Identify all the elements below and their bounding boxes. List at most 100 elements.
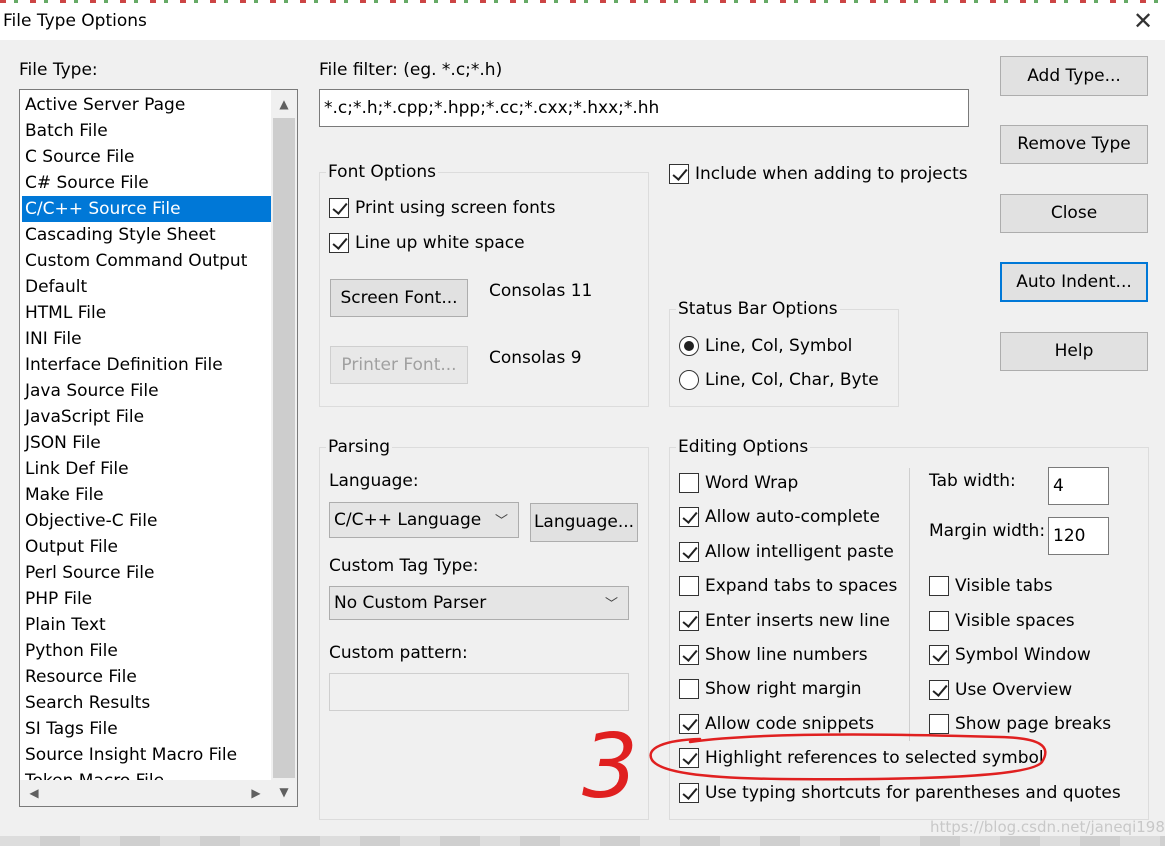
checkbox-box	[929, 679, 949, 700]
file-type-item[interactable]: Default	[22, 274, 271, 300]
file-type-item[interactable]: Perl Source File	[22, 560, 271, 586]
file-type-item[interactable]: HTML File	[22, 300, 271, 326]
chevron-down-icon: ﹀	[604, 597, 618, 612]
watermark: https://blog.csdn.net/janeqi1987	[930, 818, 1165, 836]
file-type-item[interactable]: Java Source File	[22, 378, 271, 404]
language-button[interactable]: Language...	[530, 503, 638, 542]
printer-font-button[interactable]: Printer Font...	[330, 346, 468, 384]
file-type-item[interactable]: Active Server Page	[22, 92, 271, 118]
visible-spaces-checkbox[interactable]: Visible spaces	[929, 610, 1075, 631]
margin-width-input[interactable]: 120	[1048, 517, 1109, 555]
status-line-col-char-byte-radio[interactable]: Line, Col, Char, Byte	[679, 370, 879, 390]
file-type-item[interactable]: C# Source File	[22, 170, 271, 196]
highlight-references-to-selected-symbol-checkbox[interactable]: Highlight references to selected symbol	[679, 748, 1044, 769]
status-bar-title: Status Bar Options	[676, 299, 840, 319]
use-typing-shortcuts-for-parentheses-and-quotes-label: Use typing shortcuts for parentheses and…	[705, 782, 1121, 803]
auto-indent-button[interactable]: Auto Indent...	[1000, 262, 1148, 302]
file-type-item[interactable]: Python File	[22, 638, 271, 664]
use-overview-checkbox[interactable]: Use Overview	[929, 679, 1072, 700]
radio-button	[679, 370, 699, 390]
scroll-up-icon[interactable]: ▲	[274, 94, 294, 114]
help-button[interactable]: Help	[1000, 332, 1148, 371]
checkbox-box	[679, 610, 699, 631]
show-line-numbers-checkbox[interactable]: Show line numbers	[679, 645, 868, 665]
file-type-item[interactable]: C/C++ Source File	[22, 196, 271, 222]
custom-tag-dropdown[interactable]: No Custom Parser ﹀	[329, 586, 629, 620]
close-button[interactable]: Close	[1000, 194, 1148, 233]
checkbox-box	[679, 541, 699, 562]
file-type-item[interactable]: Search Results	[22, 690, 271, 716]
tab-width-input[interactable]: 4	[1048, 467, 1109, 505]
file-type-item[interactable]: PHP File	[22, 586, 271, 612]
visible-tabs-label: Visible tabs	[955, 576, 1053, 596]
file-type-item[interactable]: Output File	[22, 534, 271, 560]
include-projects-checkbox[interactable]: Include when adding to projects	[669, 164, 968, 184]
enter-inserts-new-line-checkbox[interactable]: Enter inserts new line	[679, 610, 890, 631]
language-dropdown[interactable]: C/C++ Language ﹀	[329, 502, 519, 538]
editing-options-title: Editing Options	[676, 437, 811, 457]
file-type-item[interactable]: INI File	[22, 326, 271, 352]
language-label: Language:	[329, 471, 419, 491]
checkbox-box	[679, 576, 699, 597]
checkbox-box	[929, 714, 949, 734]
list-vertical-scrollbar[interactable]: ▲ ▼	[271, 90, 297, 806]
status-option-label: Line, Col, Symbol	[705, 336, 853, 356]
show-right-margin-label: Show right margin	[705, 679, 862, 700]
file-type-item[interactable]: Resource File	[22, 664, 271, 690]
symbol-window-checkbox[interactable]: Symbol Window	[929, 645, 1091, 665]
file-type-item[interactable]: Objective-C File	[22, 508, 271, 534]
file-filter-label: File filter: (eg. *.c;*.h)	[319, 60, 503, 80]
close-icon[interactable]: ✕	[1130, 9, 1156, 35]
checkbox-box	[929, 610, 949, 631]
expand-tabs-to-spaces-label: Expand tabs to spaces	[705, 576, 898, 597]
file-type-item[interactable]: JavaScript File	[22, 404, 271, 430]
scroll-right-icon[interactable]: ▶	[246, 783, 266, 803]
scroll-left-icon[interactable]: ◀	[24, 783, 44, 803]
file-filter-input[interactable]: *.c;*.h;*.cpp;*.hpp;*.cc;*.cxx;*.hxx;*.h…	[319, 89, 969, 127]
file-type-item[interactable]: Custom Command Output	[22, 248, 271, 274]
expand-tabs-to-spaces-checkbox[interactable]: Expand tabs to spaces	[679, 576, 898, 597]
symbol-window-label: Symbol Window	[955, 645, 1091, 665]
list-horizontal-scrollbar[interactable]: ◀ ▶	[20, 780, 271, 806]
file-type-item[interactable]: Cascading Style Sheet	[22, 222, 271, 248]
visible-tabs-checkbox[interactable]: Visible tabs	[929, 576, 1053, 596]
scroll-thumb[interactable]	[273, 118, 295, 778]
dialog-titlebar: File Type Options ✕	[0, 3, 1165, 40]
word-wrap-checkbox[interactable]: Word Wrap	[679, 473, 798, 493]
show-right-margin-checkbox[interactable]: Show right margin	[679, 679, 862, 700]
custom-pattern-label: Custom pattern:	[329, 643, 468, 663]
file-type-item[interactable]: SI Tags File	[22, 716, 271, 742]
line-up-white-space-checkbox[interactable]: Line up white space	[329, 233, 525, 253]
file-type-item[interactable]: JSON File	[22, 430, 271, 456]
checkbox-box	[679, 679, 699, 700]
file-type-item[interactable]: Link Def File	[22, 456, 271, 482]
show-page-breaks-checkbox[interactable]: Show page breaks	[929, 714, 1111, 734]
use-typing-shortcuts-for-parentheses-and-quotes-checkbox[interactable]: Use typing shortcuts for parentheses and…	[679, 782, 1121, 803]
parsing-title: Parsing	[326, 437, 393, 457]
checkbox-box	[679, 645, 699, 665]
print-screen-fonts-checkbox[interactable]: Print using screen fonts	[329, 198, 555, 218]
screen-font-button[interactable]: Screen Font...	[330, 279, 468, 317]
file-type-list[interactable]: Active Server Page Batch File C Source Fil…	[19, 89, 298, 807]
file-type-item[interactable]: Interface Definition File	[22, 352, 271, 378]
add-type-button[interactable]: Add Type...	[1000, 56, 1148, 96]
allow-auto-complete-checkbox[interactable]: Allow auto-complete	[679, 507, 880, 528]
remove-type-button[interactable]: Remove Type	[1000, 125, 1148, 164]
checkbox-box	[679, 507, 699, 528]
file-type-item[interactable]: C Source File	[22, 144, 271, 170]
screen-font-value: Consolas 11	[489, 281, 593, 301]
background-window-strip	[0, 836, 1165, 846]
line-up-white-space-label: Line up white space	[355, 233, 525, 253]
status-line-col-symbol-radio[interactable]: Line, Col, Symbol	[679, 336, 852, 356]
file-type-item[interactable]: Batch File	[22, 118, 271, 144]
file-type-item[interactable]: Plain Text	[22, 612, 271, 638]
file-type-item[interactable]: Source Insight Macro File	[22, 742, 271, 768]
file-type-item[interactable]: Make File	[22, 482, 271, 508]
scroll-down-icon[interactable]: ▼	[274, 782, 294, 802]
custom-pattern-input[interactable]	[329, 673, 629, 711]
visible-spaces-label: Visible spaces	[955, 610, 1075, 631]
word-wrap-label: Word Wrap	[705, 473, 799, 493]
allow-code-snippets-checkbox[interactable]: Allow code snippets	[679, 713, 874, 734]
allow-intelligent-paste-checkbox[interactable]: Allow intelligent paste	[679, 541, 894, 562]
checkbox-box	[329, 233, 349, 253]
